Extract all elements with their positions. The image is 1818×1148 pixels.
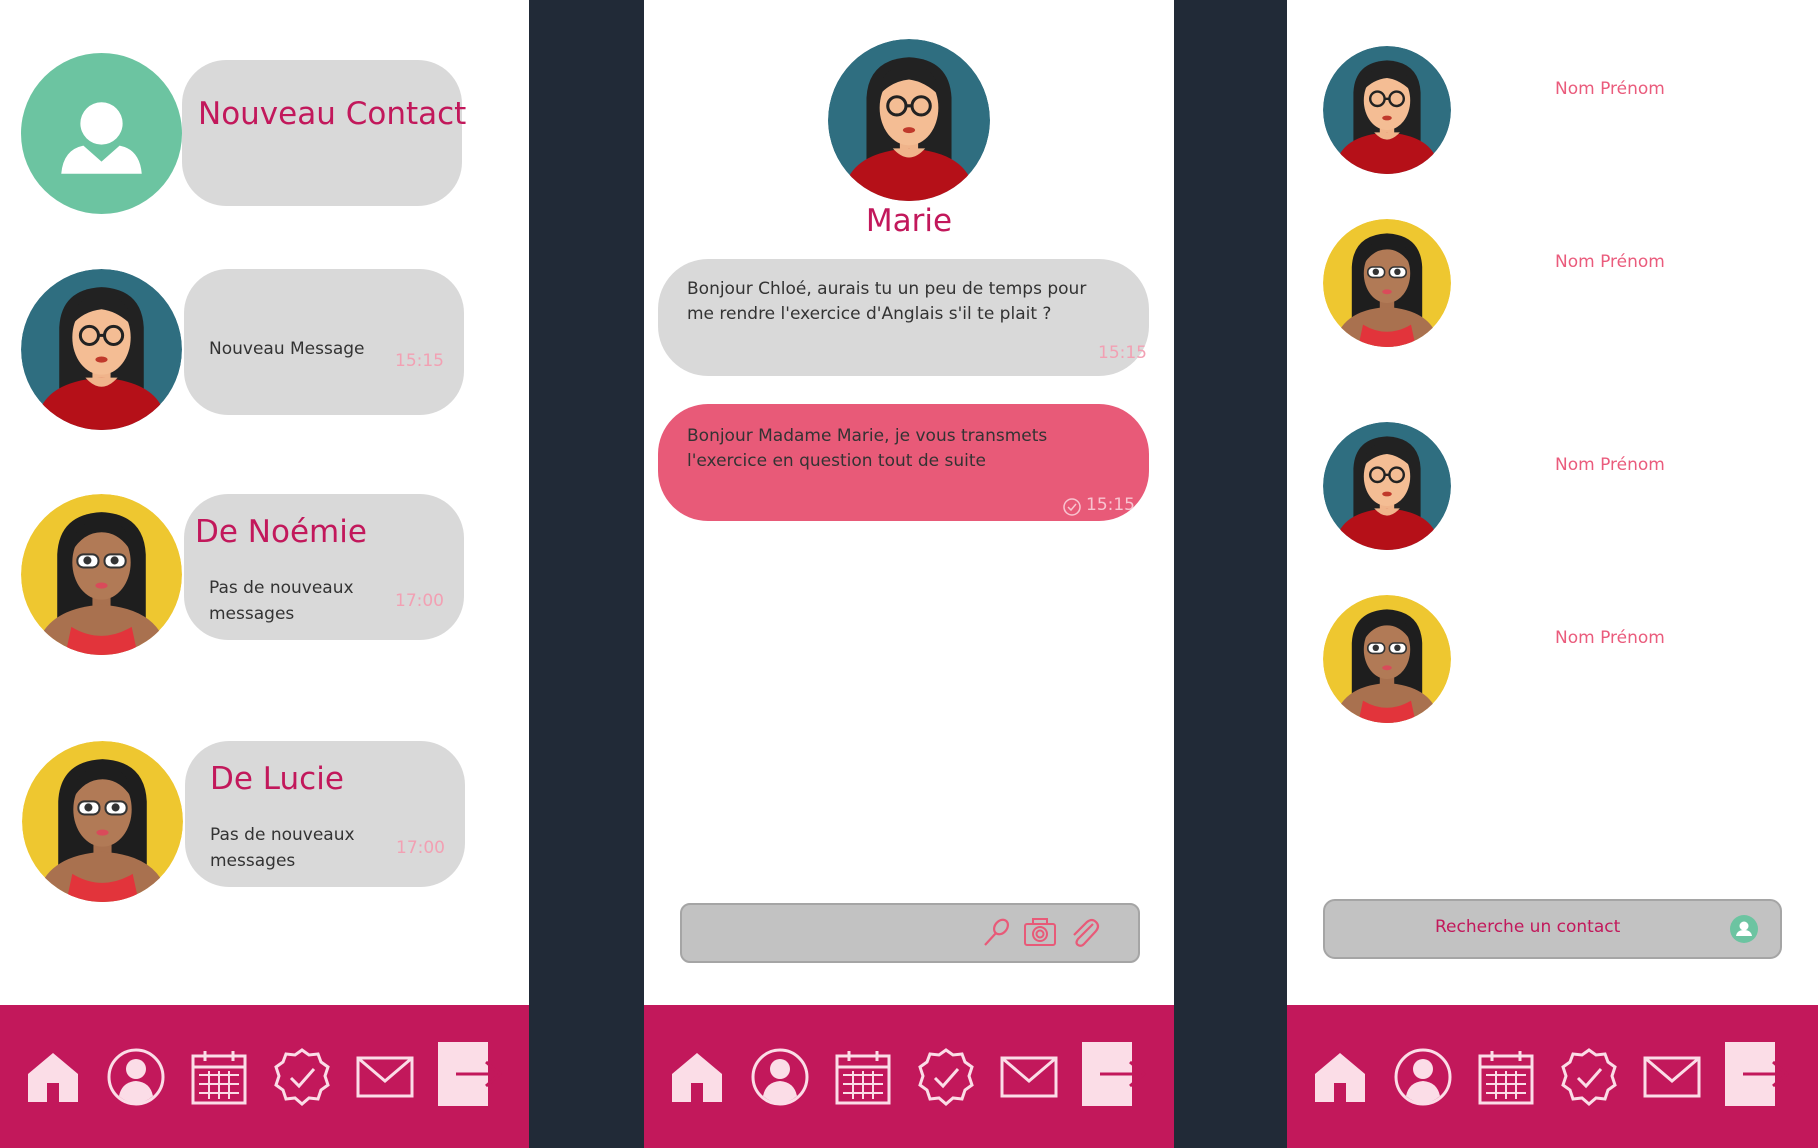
conversation-title: De Noémie	[195, 514, 367, 550]
read-check-icon	[1063, 498, 1081, 516]
mail-icon[interactable]	[355, 1047, 415, 1107]
tasks-icon[interactable]	[916, 1047, 976, 1107]
message-time: 15:15	[1086, 495, 1135, 515]
outgoing-message[interactable]: Bonjour Madame Marie, je vous transmets …	[658, 404, 1149, 521]
profile-icon[interactable]	[1393, 1047, 1453, 1107]
microphone-icon[interactable]	[980, 917, 1012, 949]
logout-icon[interactable]	[1725, 1042, 1789, 1106]
contact-name[interactable]: Nom Prénom	[1555, 455, 1665, 475]
message-time: 15:15	[1098, 343, 1147, 363]
calendar-icon[interactable]	[189, 1047, 249, 1107]
calendar-icon[interactable]	[833, 1047, 893, 1107]
message-text: Bonjour Chloé, aurais tu un peu de temps…	[687, 279, 1087, 324]
conversation-time: 17:00	[396, 838, 445, 858]
avatar[interactable]	[22, 741, 183, 902]
conversation-time: 17:00	[395, 591, 444, 611]
logout-icon[interactable]	[1082, 1042, 1146, 1106]
calendar-icon[interactable]	[1476, 1047, 1536, 1107]
conversation-time: 15:15	[395, 351, 444, 371]
contact-name[interactable]: Nom Prénom	[1555, 252, 1665, 272]
profile-icon[interactable]	[106, 1047, 166, 1107]
bottom-navbar	[644, 1005, 1174, 1148]
new-contact-avatar-icon[interactable]	[21, 53, 182, 214]
avatar[interactable]	[21, 269, 182, 430]
avatar[interactable]	[1323, 422, 1451, 550]
chat-screen: Marie Bonjour Chloé, aurais tu un peu de…	[644, 0, 1174, 1148]
paperclip-icon[interactable]	[1068, 917, 1100, 949]
tasks-icon[interactable]	[272, 1047, 332, 1107]
contact-name[interactable]: Nom Prénom	[1555, 628, 1665, 648]
conversation-title: De Lucie	[210, 761, 344, 797]
avatar[interactable]	[1323, 595, 1451, 723]
conversation-item[interactable]: De Lucie Pas de nouveaux messages 17:00	[185, 741, 465, 887]
avatar[interactable]	[1323, 46, 1451, 174]
bottom-navbar	[1287, 1005, 1818, 1148]
contact-name[interactable]: Nom Prénom	[1555, 79, 1665, 99]
new-contact-button[interactable]: Nouveau Contact	[182, 60, 466, 206]
contact-avatar[interactable]	[828, 39, 990, 201]
profile-icon[interactable]	[750, 1047, 810, 1107]
new-contact-label: Nouveau Contact	[198, 96, 467, 132]
conversation-preview: Nouveau Message	[209, 339, 365, 359]
avatar[interactable]	[21, 494, 182, 655]
avatar[interactable]	[1323, 219, 1451, 347]
contact-search[interactable]: Recherche un contact	[1323, 899, 1782, 959]
tasks-icon[interactable]	[1559, 1047, 1619, 1107]
home-icon[interactable]	[667, 1047, 727, 1107]
contact-name: Marie	[865, 203, 953, 239]
logout-icon[interactable]	[438, 1042, 502, 1106]
conversation-item[interactable]: Nouveau Message 15:15	[184, 269, 464, 415]
home-icon[interactable]	[23, 1047, 83, 1107]
mail-icon[interactable]	[999, 1047, 1059, 1107]
conversation-preview: Pas de nouveaux messages	[210, 825, 355, 871]
message-text: Bonjour Madame Marie, je vous transmets …	[687, 426, 1048, 471]
contacts-screen: Nom Prénom Nom Prénom Nom Prénom Nom Pré…	[1287, 0, 1818, 1148]
mail-icon[interactable]	[1642, 1047, 1702, 1107]
camera-icon[interactable]	[1023, 917, 1057, 947]
conversations-screen: Nouveau Contact Nouveau Message 15:15 De…	[0, 0, 529, 1148]
incoming-message[interactable]: Bonjour Chloé, aurais tu un peu de temps…	[658, 259, 1149, 376]
bottom-navbar	[0, 1005, 529, 1148]
search-label: Recherche un contact	[1435, 917, 1621, 937]
conversation-item[interactable]: De Noémie Pas de nouveaux messages 17:00	[184, 494, 464, 640]
message-composer[interactable]	[680, 903, 1140, 963]
conversation-preview: Pas de nouveaux messages	[209, 578, 354, 624]
home-icon[interactable]	[1310, 1047, 1370, 1107]
contact-icon[interactable]	[1730, 915, 1758, 943]
